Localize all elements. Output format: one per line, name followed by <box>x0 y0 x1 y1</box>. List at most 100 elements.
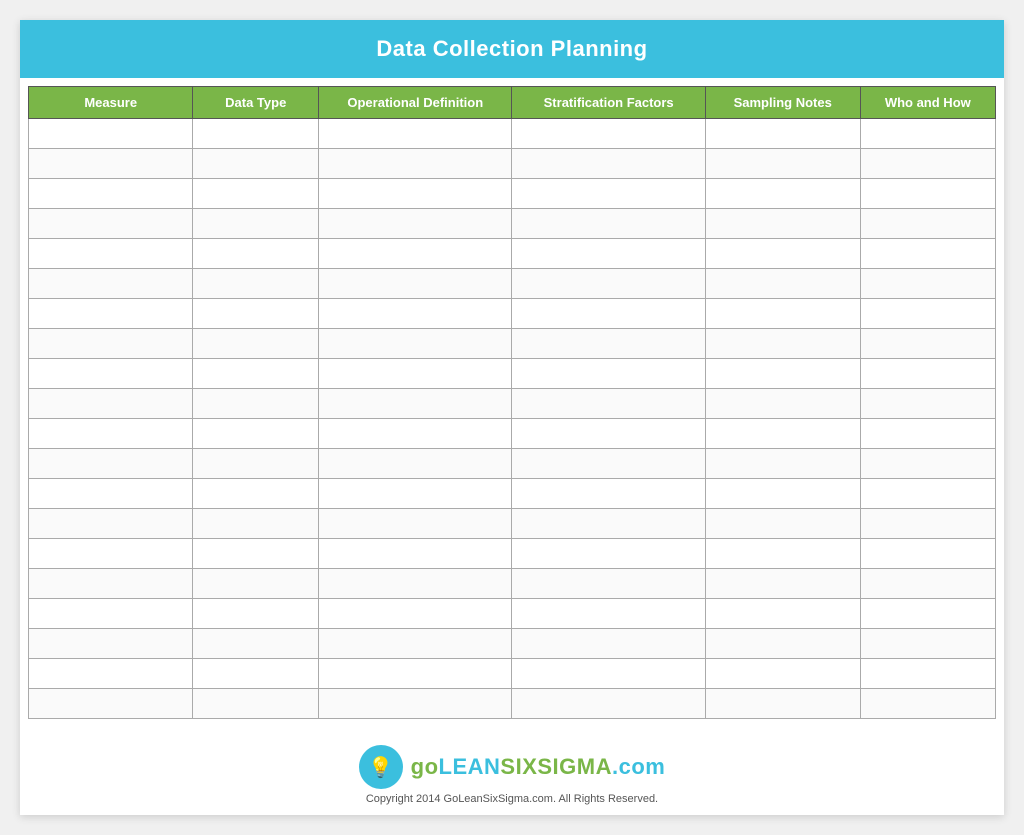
table-cell[interactable] <box>705 299 860 329</box>
table-cell[interactable] <box>705 689 860 719</box>
table-cell[interactable] <box>705 509 860 539</box>
table-cell[interactable] <box>193 659 319 689</box>
table-cell[interactable] <box>512 149 705 179</box>
table-cell[interactable] <box>512 209 705 239</box>
table-cell[interactable] <box>193 209 319 239</box>
table-cell[interactable] <box>193 479 319 509</box>
table-cell[interactable] <box>193 179 319 209</box>
table-cell[interactable] <box>860 239 995 269</box>
table-cell[interactable] <box>512 629 705 659</box>
table-cell[interactable] <box>193 149 319 179</box>
table-cell[interactable] <box>512 179 705 209</box>
table-cell[interactable] <box>319 239 512 269</box>
table-cell[interactable] <box>512 359 705 389</box>
table-cell[interactable] <box>705 479 860 509</box>
table-cell[interactable] <box>860 509 995 539</box>
table-cell[interactable] <box>193 539 319 569</box>
table-cell[interactable] <box>512 689 705 719</box>
table-cell[interactable] <box>860 629 995 659</box>
table-cell[interactable] <box>29 689 193 719</box>
table-cell[interactable] <box>193 119 319 149</box>
table-cell[interactable] <box>29 119 193 149</box>
table-cell[interactable] <box>512 539 705 569</box>
table-cell[interactable] <box>319 539 512 569</box>
table-cell[interactable] <box>860 179 995 209</box>
table-cell[interactable] <box>860 659 995 689</box>
table-cell[interactable] <box>319 689 512 719</box>
table-cell[interactable] <box>860 539 995 569</box>
table-cell[interactable] <box>512 299 705 329</box>
table-cell[interactable] <box>512 239 705 269</box>
table-cell[interactable] <box>705 419 860 449</box>
table-cell[interactable] <box>29 569 193 599</box>
table-cell[interactable] <box>860 689 995 719</box>
table-cell[interactable] <box>705 209 860 239</box>
table-cell[interactable] <box>319 359 512 389</box>
table-cell[interactable] <box>512 479 705 509</box>
table-cell[interactable] <box>705 179 860 209</box>
table-cell[interactable] <box>319 599 512 629</box>
table-cell[interactable] <box>319 509 512 539</box>
table-cell[interactable] <box>512 659 705 689</box>
table-cell[interactable] <box>860 569 995 599</box>
table-cell[interactable] <box>29 419 193 449</box>
table-cell[interactable] <box>705 149 860 179</box>
table-cell[interactable] <box>193 599 319 629</box>
table-cell[interactable] <box>705 449 860 479</box>
table-cell[interactable] <box>512 119 705 149</box>
table-cell[interactable] <box>512 449 705 479</box>
table-cell[interactable] <box>512 509 705 539</box>
table-cell[interactable] <box>29 449 193 479</box>
table-cell[interactable] <box>319 659 512 689</box>
table-cell[interactable] <box>29 149 193 179</box>
table-cell[interactable] <box>705 599 860 629</box>
table-cell[interactable] <box>29 299 193 329</box>
table-cell[interactable] <box>860 209 995 239</box>
table-cell[interactable] <box>193 449 319 479</box>
table-cell[interactable] <box>193 329 319 359</box>
table-cell[interactable] <box>29 269 193 299</box>
table-cell[interactable] <box>860 329 995 359</box>
table-cell[interactable] <box>319 179 512 209</box>
table-cell[interactable] <box>512 329 705 359</box>
table-cell[interactable] <box>319 479 512 509</box>
table-cell[interactable] <box>193 359 319 389</box>
table-cell[interactable] <box>29 599 193 629</box>
table-cell[interactable] <box>29 539 193 569</box>
table-cell[interactable] <box>319 209 512 239</box>
table-cell[interactable] <box>860 479 995 509</box>
table-cell[interactable] <box>860 359 995 389</box>
table-cell[interactable] <box>193 299 319 329</box>
table-cell[interactable] <box>705 539 860 569</box>
table-cell[interactable] <box>512 389 705 419</box>
table-cell[interactable] <box>193 629 319 659</box>
table-cell[interactable] <box>319 629 512 659</box>
table-cell[interactable] <box>512 419 705 449</box>
table-cell[interactable] <box>193 269 319 299</box>
table-cell[interactable] <box>705 119 860 149</box>
table-cell[interactable] <box>193 419 319 449</box>
table-cell[interactable] <box>705 629 860 659</box>
table-cell[interactable] <box>319 389 512 419</box>
table-cell[interactable] <box>705 569 860 599</box>
table-cell[interactable] <box>29 359 193 389</box>
table-cell[interactable] <box>860 389 995 419</box>
table-cell[interactable] <box>512 569 705 599</box>
table-cell[interactable] <box>29 329 193 359</box>
table-cell[interactable] <box>319 149 512 179</box>
table-cell[interactable] <box>860 119 995 149</box>
table-cell[interactable] <box>705 329 860 359</box>
table-cell[interactable] <box>319 299 512 329</box>
table-cell[interactable] <box>512 269 705 299</box>
table-cell[interactable] <box>319 329 512 359</box>
table-cell[interactable] <box>705 239 860 269</box>
table-cell[interactable] <box>705 389 860 419</box>
table-cell[interactable] <box>29 659 193 689</box>
table-cell[interactable] <box>319 449 512 479</box>
table-cell[interactable] <box>860 599 995 629</box>
table-cell[interactable] <box>319 119 512 149</box>
table-cell[interactable] <box>512 599 705 629</box>
table-cell[interactable] <box>705 659 860 689</box>
table-cell[interactable] <box>29 629 193 659</box>
table-cell[interactable] <box>29 509 193 539</box>
